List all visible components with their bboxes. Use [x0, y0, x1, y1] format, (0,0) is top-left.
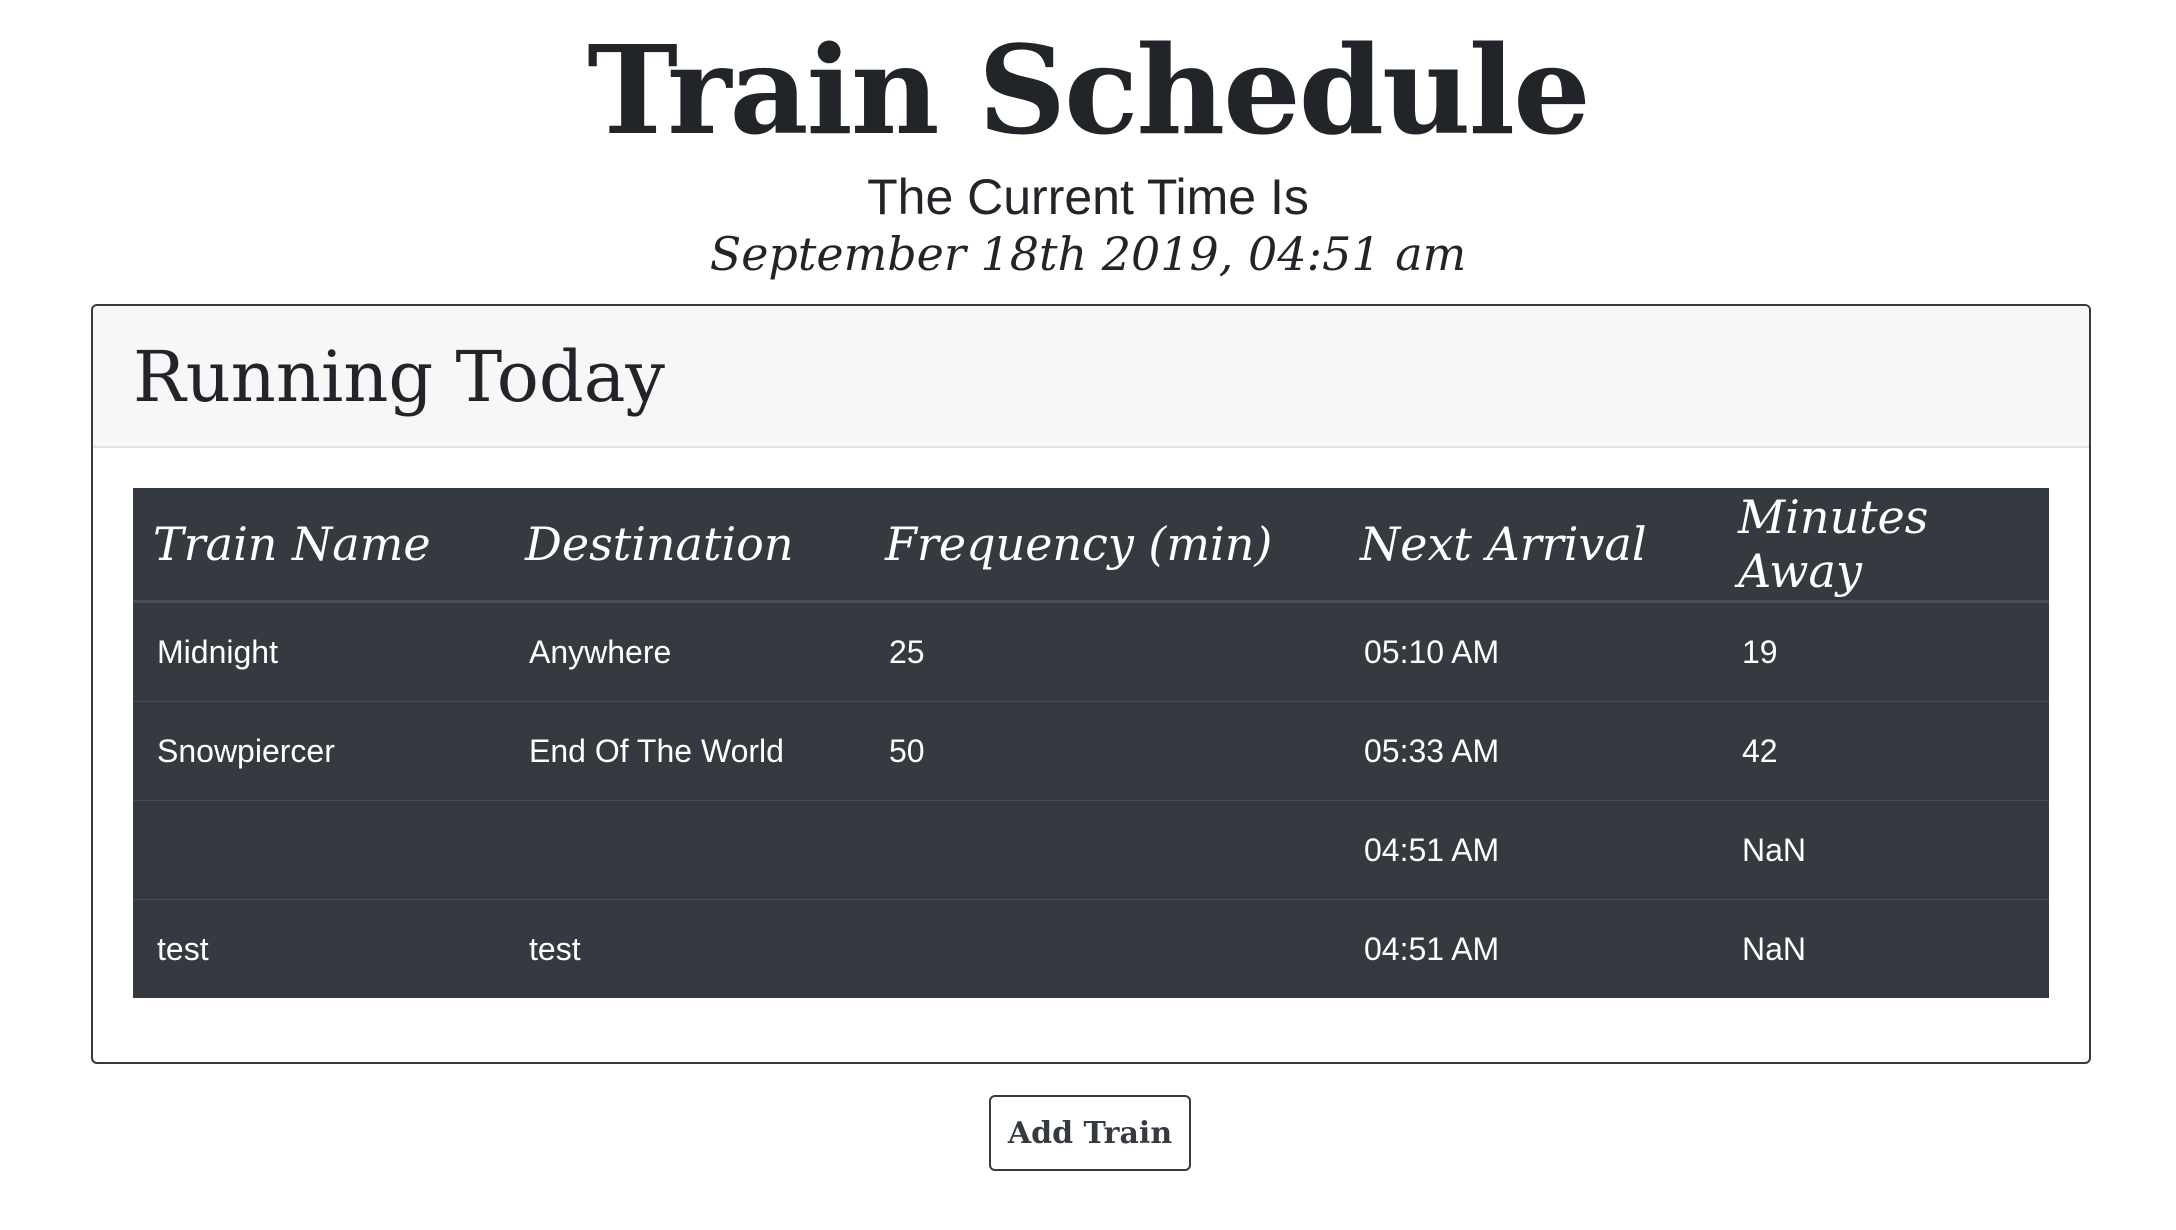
page-title: Train Schedule [587, 18, 1590, 162]
cell-train-name [133, 800, 505, 900]
cell-train-name: Snowpiercer [133, 701, 505, 801]
table-row: 04:51 AM NaN [133, 800, 2049, 900]
table-row: Snowpiercer End Of The World 50 05:33 AM… [133, 701, 2049, 801]
card-title: Running Today [133, 336, 665, 418]
table-row: test test 04:51 AM NaN [133, 899, 2049, 998]
cell-train-name: test [133, 899, 505, 998]
column-header-train-name: Train Name [133, 488, 505, 603]
table-header-row: Train Name Destination Frequency (min) N… [133, 488, 2049, 603]
table-row: Midnight Anywhere 25 05:10 AM 19 [133, 601, 2049, 702]
cell-minutes-away: NaN [1718, 899, 2049, 998]
schedule-card: Running Today Train Name Destination Fre… [91, 304, 2091, 1064]
column-header-destination: Destination [505, 488, 865, 603]
cell-frequency: 25 [865, 601, 1340, 702]
cell-next-arrival: 05:10 AM [1340, 601, 1718, 702]
cell-destination [505, 800, 865, 900]
cell-frequency [865, 800, 1340, 900]
cell-minutes-away: 42 [1718, 701, 2049, 801]
train-schedule-table: Train Name Destination Frequency (min) N… [133, 488, 2049, 998]
current-time-value: September 18th 2019, 04:51 am [709, 227, 1467, 281]
column-header-minutes-away: Minutes Away [1718, 488, 2049, 603]
add-train-button[interactable]: Add Train [989, 1095, 1191, 1171]
cell-destination: End Of The World [505, 701, 865, 801]
cell-next-arrival: 04:51 AM [1340, 800, 1718, 900]
card-header: Running Today [93, 306, 2089, 448]
column-header-frequency: Frequency (min) [865, 488, 1340, 603]
cell-next-arrival: 05:33 AM [1340, 701, 1718, 801]
cell-train-name: Midnight [133, 601, 505, 702]
cell-minutes-away: NaN [1718, 800, 2049, 900]
cell-frequency [865, 899, 1340, 998]
column-header-next-arrival: Next Arrival [1340, 488, 1718, 603]
cell-minutes-away: 19 [1718, 601, 2049, 702]
cell-destination: Anywhere [505, 601, 865, 702]
cell-next-arrival: 04:51 AM [1340, 899, 1718, 998]
cell-destination: test [505, 899, 865, 998]
current-time-heading: The Current Time Is [867, 169, 1309, 225]
cell-frequency: 50 [865, 701, 1340, 801]
